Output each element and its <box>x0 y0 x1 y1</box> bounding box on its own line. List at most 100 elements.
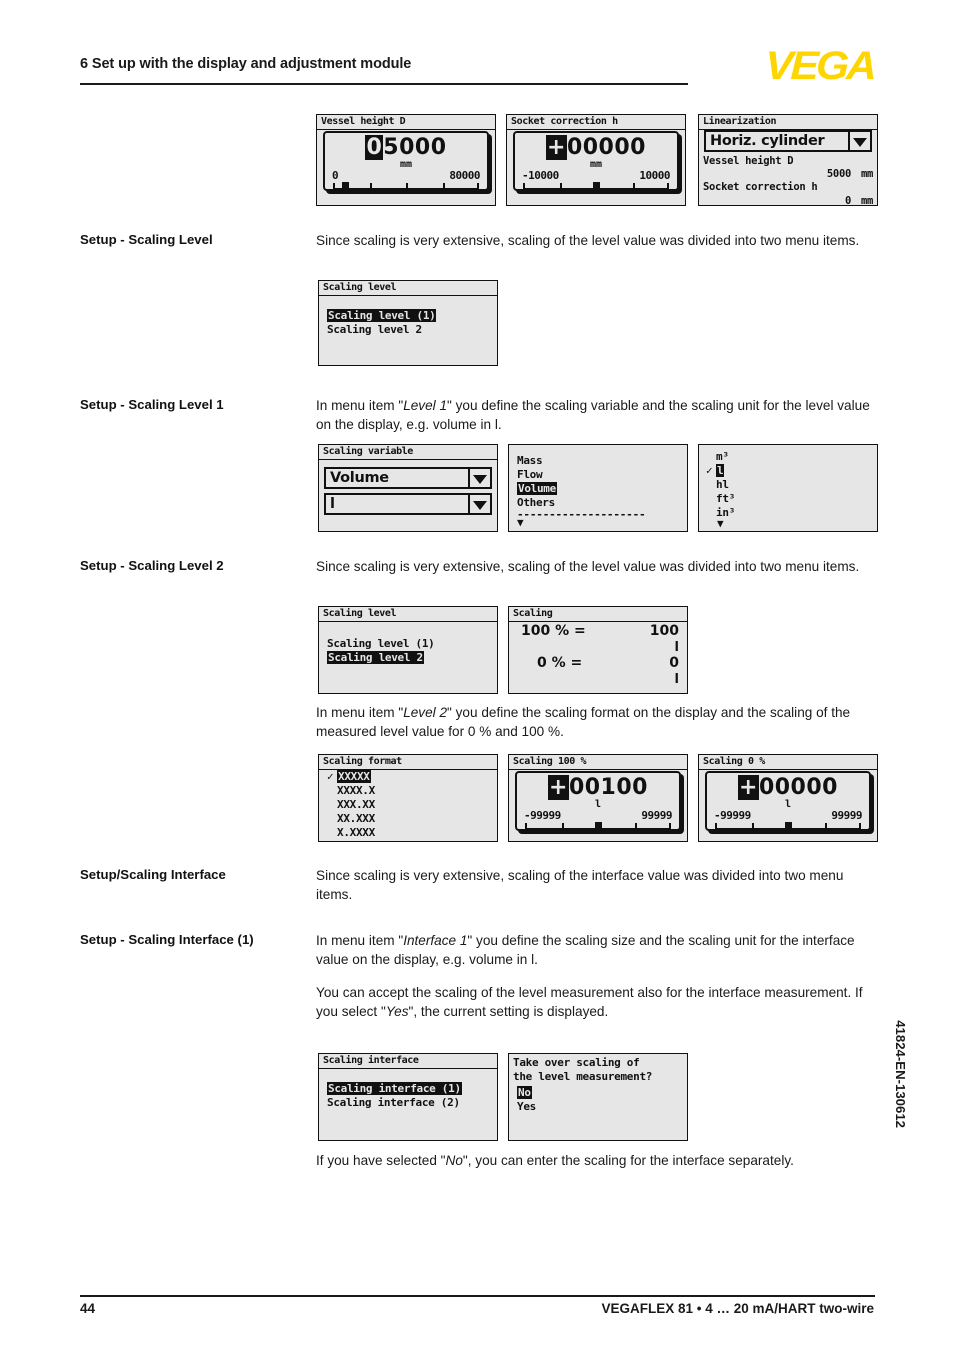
checkmark-icon: ✓ <box>327 770 334 783</box>
body-part: In menu item " <box>316 398 404 413</box>
list-item[interactable]: Scaling level (1) <box>327 309 493 323</box>
lcd-title: Scaling format <box>323 756 402 767</box>
lcd-title-divider <box>319 459 497 461</box>
lcd-title: Scaling level <box>323 282 397 293</box>
bargraph-marker <box>595 822 603 829</box>
chevron-down-icon[interactable] <box>468 495 490 513</box>
lcd-vessel-height: Vessel height D 05000 mm 0 80000 <box>316 114 496 206</box>
chevron-down-icon[interactable] <box>848 132 870 150</box>
value-entry-box[interactable]: 05000 mm 0 80000 <box>323 131 489 191</box>
range-min: 0 <box>332 169 339 182</box>
lcd-scaling-level-menu: Scaling level Scaling level (1) Scaling … <box>318 280 498 366</box>
list-item[interactable]: Yes <box>517 1100 683 1114</box>
lcd-title: Scaling level <box>323 608 397 619</box>
lcd-unit-list: m³ ✓ l hl ft³ in³ ▼ <box>698 444 878 532</box>
table-row: 100 % = 100 <box>515 623 679 641</box>
list-item[interactable]: ft³ <box>716 492 873 506</box>
scaling-unit-value: l <box>330 496 335 512</box>
value-entry-box[interactable]: +00000 mm -10000 10000 <box>513 131 679 191</box>
section-label-scaling-level: Setup - Scaling Level <box>80 232 213 247</box>
list-item-label: Yes <box>517 1100 536 1114</box>
list-item-label: m³ <box>716 450 729 463</box>
list-item[interactable]: m³ <box>716 450 873 464</box>
list-item-label: XXXX.X <box>337 784 375 798</box>
list-item-label: Scaling level (1) <box>327 637 435 650</box>
value-entry-box[interactable]: +00100 l -99999 99999 <box>515 771 681 831</box>
scaling-variable-dropdown[interactable]: Volume <box>324 467 492 489</box>
list-item[interactable]: ✓ XXXXX <box>327 770 493 784</box>
body-part: If you have selected " <box>316 1153 446 1168</box>
entry-digits: 05000 <box>325 135 487 160</box>
list-item-label: No <box>517 1086 532 1099</box>
bargraph-scale <box>715 822 861 830</box>
row-value[interactable]: 0 <box>669 655 679 673</box>
lcd-scaling-100: Scaling 100 % +00100 l -99999 99999 <box>508 754 688 842</box>
section-body-scaling-level-2: Since scaling is very extensive, scaling… <box>316 559 860 574</box>
row-value[interactable]: 100 <box>650 623 679 641</box>
list-item[interactable]: X.XXXX <box>337 826 493 840</box>
lcd-linearization: Linearization Horiz. cylinder Vessel hei… <box>698 114 878 206</box>
table-row: 0 % = 0 <box>515 655 679 673</box>
list-item-label: XXX.XX <box>337 798 375 812</box>
lcd-scaling-variable: Scaling variable Volume l <box>318 444 498 532</box>
list-item[interactable]: XX.XXX <box>337 812 493 826</box>
detail-unit: mm <box>860 194 873 206</box>
list-item-label: X.XXXX <box>337 826 375 840</box>
list-item[interactable]: Scaling level 2 <box>327 651 493 665</box>
row-unit: l <box>674 639 679 655</box>
body-emphasis: Level 1 <box>403 398 448 413</box>
unit-option-list: m³ ✓ l hl ft³ in³ <box>706 450 873 520</box>
list-item-label: Scaling level 2 <box>327 323 422 337</box>
list-item[interactable]: Scaling level 2 <box>327 323 493 337</box>
list-item[interactable]: ✓ l <box>706 464 873 478</box>
list-item[interactable]: XXX.XX <box>337 798 493 812</box>
bargraph-scale <box>523 182 669 190</box>
menu-list: Scaling level (1) Scaling level 2 <box>327 637 493 665</box>
scroll-down-arrow-icon[interactable]: ▼ <box>517 517 524 528</box>
lcd-scaling-values: Scaling 100 % = 100 l 0 % = 0 l <box>508 606 688 694</box>
list-item[interactable]: Scaling interface (1) <box>327 1082 493 1096</box>
footer-product-line: VEGAFLEX 81 • 4 … 20 mA/HART two-wire <box>601 1301 874 1316</box>
value-entry-box[interactable]: +00000 l -99999 99999 <box>705 771 871 831</box>
section-body-scaling-level-2-second: In menu item "Level 2" you define the sc… <box>316 703 876 742</box>
body-part: ", you can enter the scaling for the int… <box>462 1153 794 1168</box>
linearization-dropdown[interactable]: Horiz. cylinder <box>704 130 872 152</box>
list-item-label: Scaling level (1) <box>327 309 437 322</box>
bargraph-marker <box>341 182 349 189</box>
list-item-label: l <box>716 464 725 478</box>
entry-digits: +00000 <box>515 135 677 160</box>
header-divider <box>80 83 688 85</box>
list-item[interactable]: Flow <box>517 468 683 482</box>
scaling-unit-dropdown[interactable]: l <box>324 493 492 515</box>
list-item[interactable]: XXXX.X <box>337 784 493 798</box>
detail-value-vessel-height: 5000 mm <box>703 168 873 181</box>
page-number: 44 <box>80 1301 96 1316</box>
vega-logo: VEGA <box>764 44 876 88</box>
scroll-down-arrow-icon[interactable]: ▼ <box>717 518 724 529</box>
list-item-label: Volume <box>517 482 557 496</box>
range-min: -99999 <box>524 809 561 822</box>
body-emphasis: Level 2 <box>403 705 448 720</box>
answer-list: No Yes <box>517 1086 683 1114</box>
lcd-socket-correction: Socket correction h +00000 mm -10000 100… <box>506 114 686 206</box>
list-item[interactable]: Scaling level (1) <box>327 637 493 651</box>
list-item[interactable]: No <box>517 1086 683 1100</box>
remaining-digits: 00100 <box>568 775 648 800</box>
section-label-scaling-interface-1: Setup - Scaling Interface (1) <box>80 932 254 947</box>
chevron-down-icon[interactable] <box>468 469 490 487</box>
page-header: 6 Set up with the display and adjustment… <box>80 44 875 102</box>
range-min: -10000 <box>522 169 559 182</box>
detail-label-vessel-height: Vessel height D <box>703 155 794 167</box>
list-item[interactable]: Volume <box>517 482 683 496</box>
remaining-digits: 5000 <box>383 135 447 160</box>
row-unit: l <box>674 671 679 687</box>
range-max: 80000 <box>449 169 480 182</box>
list-item[interactable]: in³ <box>716 506 873 520</box>
list-item[interactable]: Mass <box>517 454 683 468</box>
range-max: 99999 <box>641 809 672 822</box>
list-item[interactable]: hl <box>716 478 873 492</box>
list-item-label: Scaling level 2 <box>327 651 424 665</box>
section-label-scaling-level-1: Setup - Scaling Level 1 <box>80 397 224 412</box>
list-item[interactable]: Scaling interface (2) <box>327 1096 493 1110</box>
row-label: 100 % = <box>521 623 586 639</box>
